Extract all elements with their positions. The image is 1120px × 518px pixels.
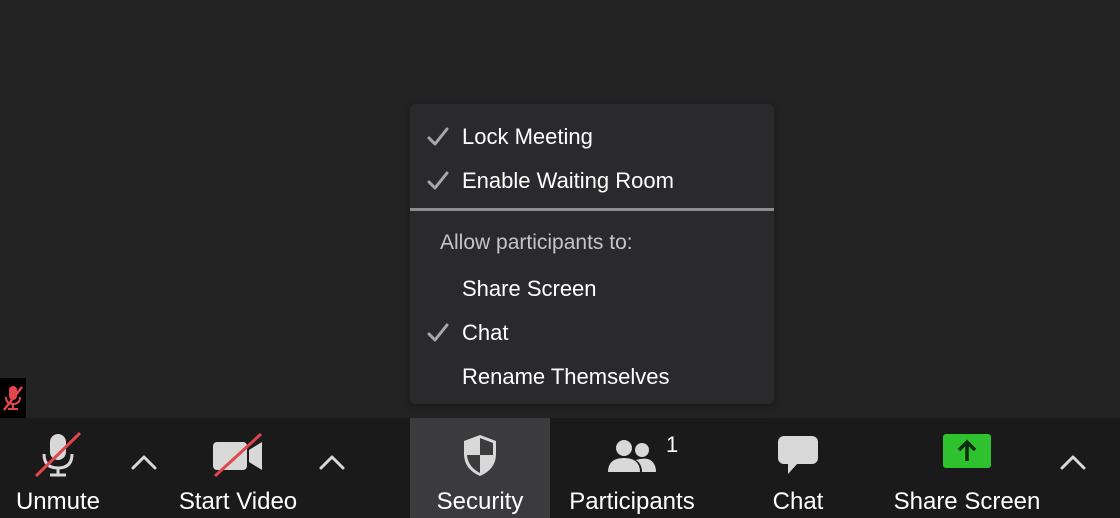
people-icon <box>608 440 656 472</box>
security-button[interactable]: Security <box>410 418 550 518</box>
allow-participants-heading: Allow participants to: <box>440 231 633 254</box>
muted-indicator <box>0 378 26 418</box>
participants-button[interactable]: Participants <box>562 418 702 518</box>
share-screen-button[interactable]: Share Screen <box>888 418 1046 518</box>
meeting-window: Lock Meeting Enable Waiting Room Allow p… <box>0 0 1120 518</box>
participants-label: Participants <box>569 488 695 515</box>
unmute-button[interactable]: Unmute <box>0 418 116 518</box>
check-icon <box>427 323 449 342</box>
shield-icon <box>464 435 496 476</box>
menu-item-label: Lock Meeting <box>462 124 593 149</box>
share-screen-icon <box>943 434 991 468</box>
chat-bubble-icon <box>778 436 818 474</box>
mic-muted-icon <box>3 386 23 411</box>
menu-item-lock-meeting[interactable]: Lock Meeting <box>410 118 774 156</box>
participants-count-badge: 1 <box>666 432 679 457</box>
menu-item-rename-themselves[interactable]: Rename Themselves <box>410 358 774 396</box>
start-video-button[interactable]: Start Video <box>172 418 304 518</box>
audio-options-chevron-up-icon[interactable] <box>129 452 159 474</box>
check-icon <box>427 127 449 146</box>
security-menu: Lock Meeting Enable Waiting Room Allow p… <box>410 104 774 404</box>
menu-item-share-screen[interactable]: Share Screen <box>410 270 774 308</box>
chat-button[interactable]: Chat <box>748 418 848 518</box>
menu-divider <box>410 208 774 211</box>
check-icon <box>427 171 449 190</box>
video-off-icon <box>213 432 263 478</box>
start-video-label: Start Video <box>178 488 298 515</box>
menu-item-label: Enable Waiting Room <box>462 168 674 193</box>
menu-item-label: Chat <box>462 320 509 345</box>
mic-muted-icon <box>34 432 82 478</box>
menu-item-enable-waiting-room[interactable]: Enable Waiting Room <box>410 162 774 200</box>
security-label: Security <box>436 488 524 515</box>
chat-label: Chat <box>772 488 824 515</box>
meeting-toolbar: Unmute Start Video Security Participants… <box>0 418 1120 518</box>
video-options-chevron-up-icon[interactable] <box>317 452 347 474</box>
share-options-chevron-up-icon[interactable] <box>1058 452 1088 474</box>
share-screen-label: Share Screen <box>893 488 1041 515</box>
menu-item-label: Share Screen <box>462 276 597 301</box>
menu-item-chat[interactable]: Chat <box>410 314 774 352</box>
menu-item-label: Rename Themselves <box>462 364 670 389</box>
unmute-label: Unmute <box>15 488 101 515</box>
